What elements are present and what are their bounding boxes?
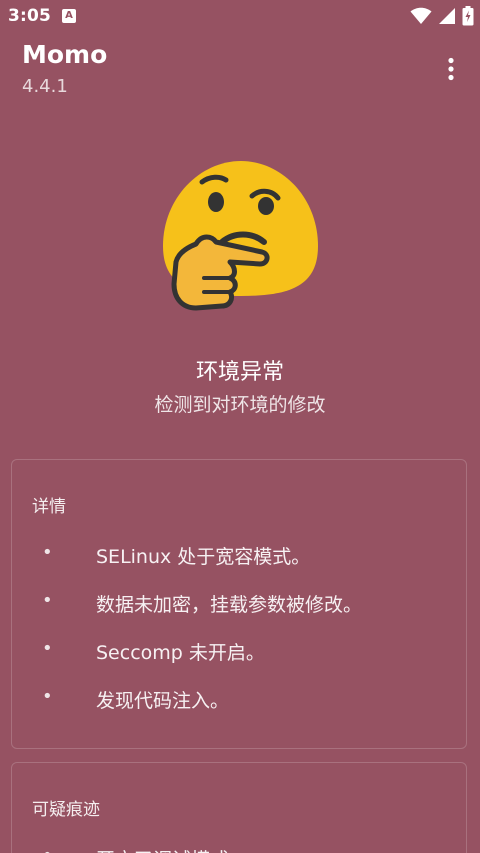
thinking-face-icon — [160, 158, 322, 316]
details-card: 详情 • SELinux 处于宽容模式。 • 数据未加密，挂载参数被修改。 • … — [11, 459, 467, 749]
more-vert-icon[interactable] — [436, 54, 466, 84]
suspicious-traces-card: 可疑痕迹 • 开启了调试模式 — [11, 762, 467, 853]
bullet: • — [42, 686, 53, 707]
wifi-icon — [410, 7, 432, 25]
signal-icon — [438, 7, 456, 25]
status-bar: 3:05 A — [0, 0, 480, 34]
list-item: • 数据未加密，挂载参数被修改。 — [12, 590, 466, 638]
detail-text: Seccomp 未开启。 — [96, 642, 265, 664]
detail-text: SELinux 处于宽容模式。 — [96, 546, 311, 568]
status-icons — [410, 6, 474, 26]
screen: 3:05 A Momo 4.4.1 环境异常 检测到对环境的修改 详情 • SE… — [0, 0, 480, 853]
battery-charging-icon — [462, 6, 474, 26]
bullet: • — [42, 845, 53, 853]
status-time: 3:05 — [8, 6, 52, 26]
bullet: • — [42, 638, 53, 659]
traces-card-title: 可疑痕迹 — [32, 800, 100, 820]
environment-status-subtitle: 检测到对环境的修改 — [154, 394, 326, 416]
bullet: • — [42, 590, 53, 611]
app-version: 4.4.1 — [22, 76, 68, 97]
list-item: • 发现代码注入。 — [12, 686, 466, 734]
app-title: Momo — [22, 40, 108, 69]
list-item: • Seccomp 未开启。 — [12, 638, 466, 686]
details-list: • SELinux 处于宽容模式。 • 数据未加密，挂载参数被修改。 • Sec… — [12, 542, 466, 734]
environment-status-title: 环境异常 — [195, 360, 284, 385]
detail-text: 数据未加密，挂载参数被修改。 — [96, 594, 363, 616]
detail-text: 发现代码注入。 — [96, 690, 230, 712]
list-item: • SELinux 处于宽容模式。 — [12, 542, 466, 590]
bullet: • — [42, 542, 53, 563]
trace-text: 开启了调试模式 — [96, 845, 229, 853]
details-card-title: 详情 — [32, 497, 66, 517]
notification-a-icon: A — [62, 9, 76, 23]
